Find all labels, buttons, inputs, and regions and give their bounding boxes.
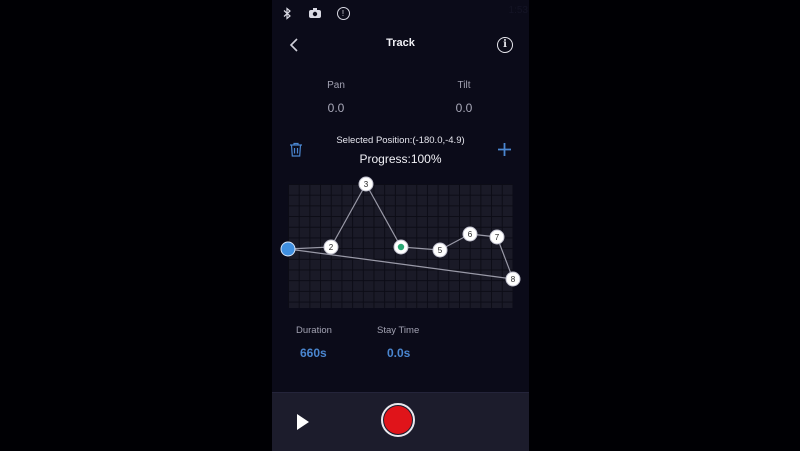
bluetooth-icon — [280, 6, 294, 20]
pan-value: 0.0 — [327, 101, 345, 115]
track-point-5[interactable]: 5 — [432, 242, 448, 258]
track-point-2[interactable]: 2 — [323, 239, 339, 255]
page-title: Track — [386, 37, 415, 49]
info-icon[interactable]: i — [497, 37, 513, 53]
tilt-value: 0.0 — [455, 101, 473, 115]
current-position-marker — [397, 243, 405, 251]
selected-position: Selected Position:(-180.0,-4.9) — [336, 135, 465, 146]
track-point-3[interactable]: 3 — [358, 176, 374, 192]
track-point-start[interactable] — [280, 241, 296, 257]
alarm-icon: ! — [336, 6, 350, 20]
camera-icon — [308, 6, 322, 20]
record-icon — [384, 406, 412, 434]
nav-bar: Track i — [272, 30, 529, 60]
play-icon[interactable] — [295, 413, 311, 431]
track-point-8[interactable]: 8 — [505, 271, 521, 287]
plus-icon[interactable] — [497, 142, 512, 157]
status-bar: ! — [280, 3, 350, 23]
status-time: 1:53 — [508, 5, 528, 16]
track-point-label: 7 — [495, 233, 500, 242]
track-point-label: 3 — [364, 180, 369, 189]
duration-label: Duration — [296, 325, 332, 336]
duration-value[interactable]: 660s — [300, 346, 327, 360]
stay-time-value[interactable]: 0.0s — [387, 346, 410, 360]
record-button[interactable] — [381, 403, 415, 437]
stay-time-label: Stay Time — [377, 325, 420, 336]
track-point-label: 6 — [468, 230, 473, 239]
pan-label: Pan — [327, 80, 345, 91]
track-point-label: 5 — [438, 246, 443, 255]
track-point-7[interactable]: 7 — [489, 229, 505, 245]
track-point-6[interactable]: 6 — [462, 226, 478, 242]
tilt-label: Tilt — [457, 80, 471, 91]
progress-text: Progress:100% — [359, 152, 442, 166]
track-point-label: 2 — [329, 243, 334, 252]
track-point-label: 8 — [511, 275, 516, 284]
track-point-current[interactable] — [393, 239, 409, 255]
